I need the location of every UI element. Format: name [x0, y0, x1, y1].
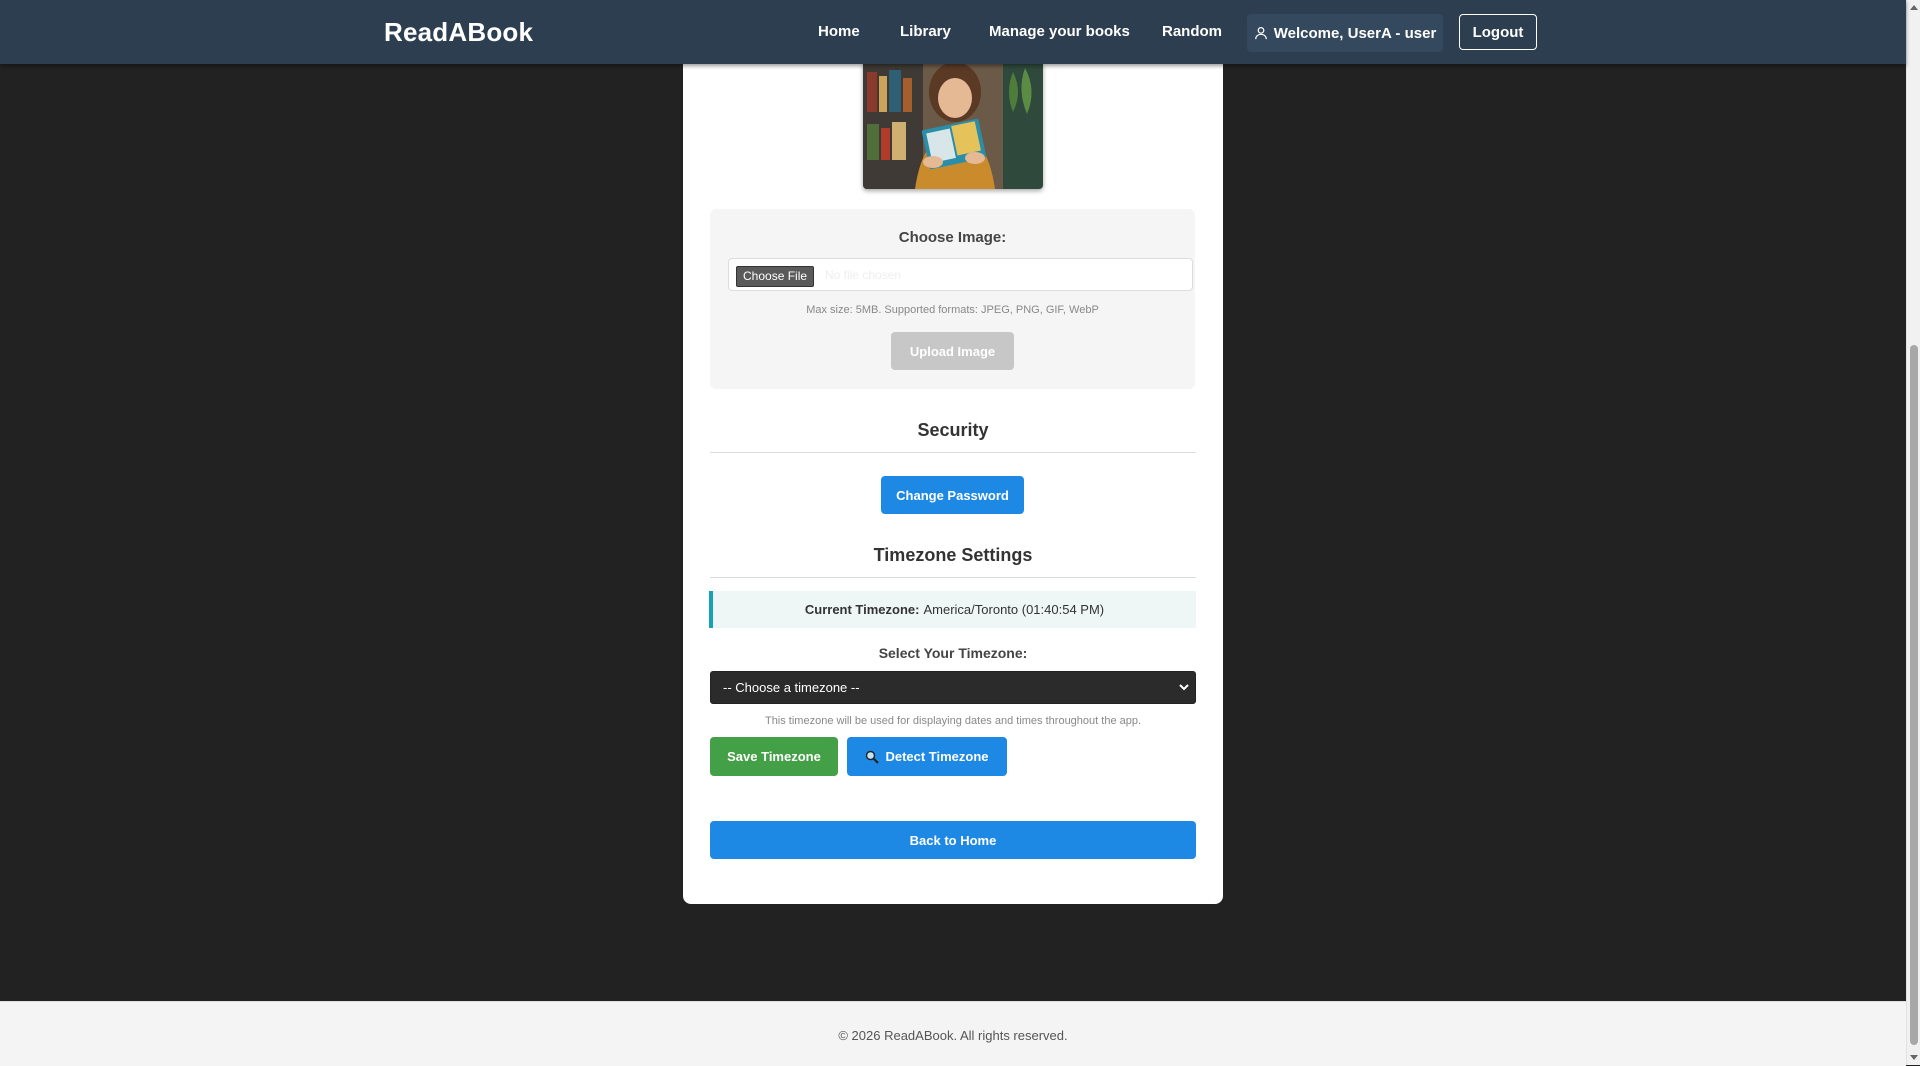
file-status-text: No file chosen [825, 268, 902, 282]
security-heading: Security [917, 420, 989, 440]
nav-link-home[interactable]: Home [818, 23, 860, 40]
timezone-hint: This timezone will be used for displayin… [764, 715, 1142, 727]
security-divider [710, 452, 1196, 453]
choose-file-button[interactable]: Choose File [736, 266, 815, 287]
welcome-text: Welcome, UserA - user [1273, 24, 1437, 42]
scroll-up-arrow-icon[interactable] [1907, 0, 1920, 14]
footer: © 2026 ReadABook. All rights reserved. [0, 1001, 1906, 1066]
timezone-heading: Timezone Settings [873, 545, 1033, 565]
profile-image [863, 62, 1043, 189]
navbar: ReadABook Home Library Manage your books… [0, 0, 1906, 64]
scroll-down-arrow-icon[interactable] [1907, 1051, 1920, 1065]
choose-image-label: Choose Image: [898, 229, 1007, 246]
current-timezone-value: America/Toronto (01:40:54 PM) [923, 602, 1105, 617]
upload-hint: Max size: 5MB. Supported formats: JPEG, … [806, 304, 1099, 316]
footer-copyright: © 2026 ReadABook. All rights reserved. [838, 1028, 1068, 1043]
detect-timezone-button[interactable]: Detect Timezone [847, 737, 1007, 776]
upload-image-button[interactable]: Upload Image [891, 332, 1014, 370]
timezone-select[interactable]: -- Choose a timezone -- [710, 671, 1196, 704]
scrollbar-thumb[interactable] [1910, 345, 1918, 1045]
nav-link-manage-books[interactable]: Manage your books [989, 23, 1130, 40]
change-password-button[interactable]: Change Password [881, 476, 1024, 514]
select-timezone-label: Select Your Timezone: [878, 645, 1028, 661]
chevron-down-icon [1179, 684, 1189, 691]
timezone-divider [710, 577, 1196, 578]
current-timezone-label: Current Timezone: [804, 602, 920, 617]
current-timezone-info: Current Timezone: America/Toronto (01:40… [709, 591, 1196, 628]
brand-logo[interactable]: ReadABook [384, 17, 533, 48]
detect-timezone-label: Detect Timezone [885, 749, 989, 764]
welcome-badge[interactable]: Welcome, UserA - user [1247, 14, 1443, 52]
user-icon [1254, 26, 1267, 40]
timezone-select-value: -- Choose a timezone -- [723, 680, 860, 695]
back-to-home-button[interactable]: Back to Home [710, 821, 1196, 859]
profile-photo [863, 62, 1043, 189]
magnifier-icon [866, 750, 880, 764]
nav-link-random[interactable]: Random [1162, 23, 1222, 40]
logout-button[interactable]: Logout [1459, 14, 1537, 50]
file-input[interactable]: Choose File No file chosen [728, 258, 1193, 291]
page-scrollbar[interactable] [1906, 0, 1920, 1065]
nav-link-library[interactable]: Library [900, 23, 951, 40]
save-timezone-button[interactable]: Save Timezone [710, 737, 838, 776]
